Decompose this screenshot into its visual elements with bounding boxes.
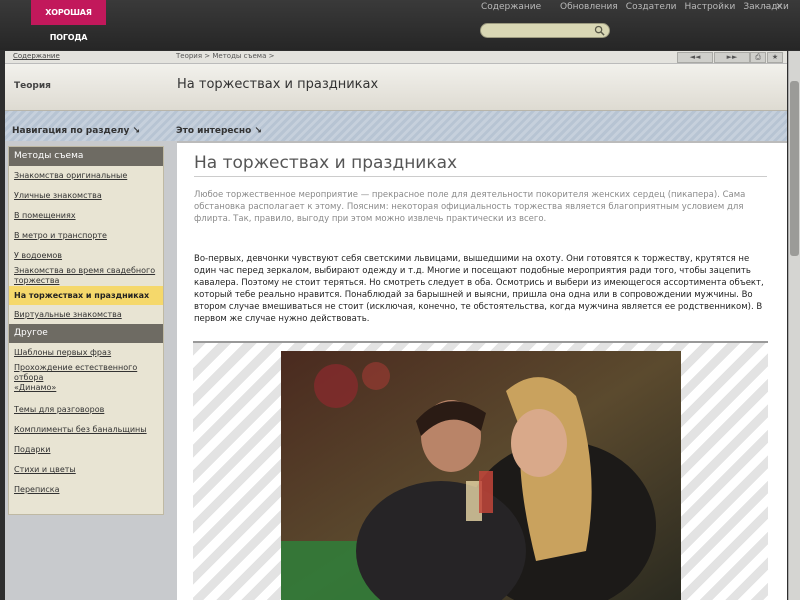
scrollbar-thumb[interactable]: [790, 81, 799, 256]
sidebar-item-celebrations[interactable]: На торжествах и праздниках: [9, 286, 163, 305]
chevron-down-icon: ↘: [132, 126, 141, 136]
sidebar-group-other[interactable]: Другое: [9, 324, 163, 343]
top-app-bar: ХОРОШАЯ ПОГОДА Содержание Обновления Соз…: [0, 0, 800, 50]
breadcrumb-contents-link[interactable]: Содержание: [13, 52, 60, 60]
search-icon[interactable]: [594, 25, 605, 36]
close-button[interactable]: ✕: [776, 2, 784, 12]
photo-frame: [193, 341, 768, 600]
sidebar-item-original[interactable]: Знакомства оригинальные: [9, 171, 163, 191]
window-controls: – ✕: [764, 2, 783, 12]
content-header[interactable]: Это интересно ↘: [176, 126, 262, 136]
contents-link[interactable]: Содержание: [481, 2, 541, 12]
breadcrumb-bar: Содержание Теория > Методы съема > ◄◄ ►►…: [5, 51, 787, 64]
article-body: Во-первых, девчонки чувствуют себя светс…: [194, 254, 764, 324]
sidebar-item-street[interactable]: Уличные знакомства: [9, 191, 163, 211]
sidebar-item-wedding[interactable]: Знакомства во время свадебного торжества: [9, 266, 163, 286]
section-label: Теория: [14, 81, 51, 91]
breadcrumb[interactable]: Теория > Методы съема >: [176, 52, 274, 60]
sidebar-item-dinamo[interactable]: «Динамо»: [9, 383, 163, 405]
top-nav-creators[interactable]: Создатели: [626, 2, 677, 12]
sidebar-item-indoors[interactable]: В помещениях: [9, 211, 163, 231]
sidebar-item-metro[interactable]: В метро и транспорте: [9, 231, 163, 251]
page-title: На торжествах и праздниках: [177, 77, 379, 92]
next-page-button[interactable]: ►►: [714, 52, 750, 63]
title-divider: [194, 176, 767, 177]
couple-photo: [281, 351, 681, 600]
top-nav: Обновления Создатели Настройки Закладки: [560, 2, 789, 12]
search-input[interactable]: [489, 25, 589, 36]
title-band: Теория На торжествах и праздниках: [5, 64, 787, 111]
chevron-down-icon: ↘: [254, 126, 262, 136]
prev-page-button[interactable]: ◄◄: [677, 52, 713, 63]
sidebar-group-methods[interactable]: Методы съема: [9, 147, 163, 166]
minimize-button[interactable]: –: [764, 2, 769, 12]
sidebar-item-virtual[interactable]: Виртуальные знакомства: [9, 305, 163, 324]
top-nav-settings[interactable]: Настройки: [684, 2, 735, 12]
sidebar-item-gifts[interactable]: Подарки: [9, 445, 163, 465]
article-lead: Любое торжественное мероприятие — прекра…: [194, 190, 746, 224]
sidebar: Методы съема Знакомства оригинальные Ули…: [8, 146, 164, 515]
sidebar-item-chat[interactable]: Переписка: [9, 485, 163, 505]
sidebar-item-compliments[interactable]: Комплименты без банальщины: [9, 425, 163, 445]
sidebar-item-topics[interactable]: Темы для разговоров: [9, 405, 163, 425]
search-box: [480, 23, 610, 38]
sidebar-item-selection[interactable]: Прохождение естественного отбора: [9, 363, 163, 383]
app-logo[interactable]: ХОРОШАЯ ПОГОДА: [31, 0, 106, 42]
sidebar-header-label: Навигация по разделу: [12, 126, 130, 136]
main-window: Содержание Теория > Методы съема > ◄◄ ►►…: [5, 51, 787, 600]
article-title: На торжествах и праздниках: [194, 153, 458, 173]
vertical-scrollbar[interactable]: [788, 51, 800, 600]
sidebar-header[interactable]: Навигация по разделу ↘: [12, 126, 140, 136]
sidebar-item-phrases[interactable]: Шаблоны первых фраз: [9, 348, 163, 363]
star-icon[interactable]: ★: [767, 52, 783, 63]
print-icon[interactable]: ⎙: [750, 52, 766, 63]
top-nav-updates[interactable]: Обновления: [560, 2, 618, 12]
sidebar-item-poems[interactable]: Стихи и цветы: [9, 465, 163, 485]
article-panel: На торжествах и праздниках Любое торжест…: [177, 141, 787, 600]
content-header-label: Это интересно: [176, 126, 252, 136]
sidebar-item-water[interactable]: У водоемов: [9, 251, 163, 266]
